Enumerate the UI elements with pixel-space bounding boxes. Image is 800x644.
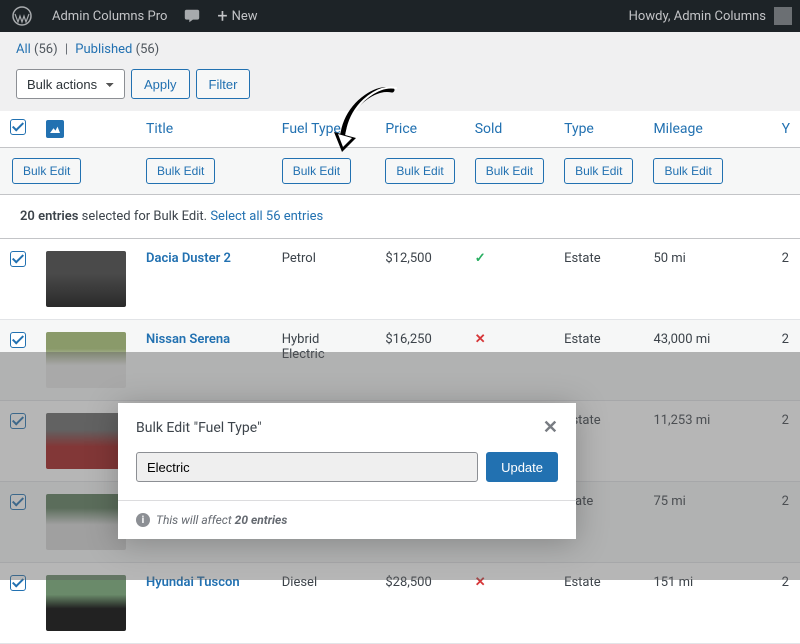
- bulk-edit-type[interactable]: Bulk Edit: [564, 158, 633, 184]
- sold-no-icon: ✕: [475, 332, 486, 347]
- col-header-title[interactable]: Title: [136, 111, 272, 148]
- col-header-mileage[interactable]: Mileage: [643, 111, 771, 148]
- admin-bar: Admin Columns Pro +New Howdy, Admin Colu…: [0, 0, 800, 32]
- cell-year: 2: [772, 239, 800, 320]
- bulk-edit-mileage[interactable]: Bulk Edit: [653, 158, 722, 184]
- post-status-filter: All (56) | Published (56): [0, 32, 800, 65]
- info-icon: i: [136, 513, 150, 527]
- selection-info-row: 20 entries selected for Bulk Edit. Selec…: [0, 195, 800, 239]
- apply-button[interactable]: Apply: [131, 69, 190, 99]
- row-thumbnail[interactable]: [46, 575, 126, 631]
- wp-logo-icon[interactable]: [0, 0, 44, 32]
- comments-icon[interactable]: [175, 0, 209, 32]
- site-name[interactable]: Admin Columns Pro: [44, 0, 175, 32]
- image-column-icon[interactable]: [46, 120, 64, 138]
- bulk-edit-fuel[interactable]: Bulk Edit: [282, 158, 351, 184]
- bulk-edit-modal: Bulk Edit "Fuel Type" ✕ Electric Update …: [118, 403, 576, 539]
- col-header-year[interactable]: Y: [772, 111, 800, 148]
- row-thumbnail[interactable]: [46, 251, 126, 307]
- modal-notice: i This will affect 20 entries: [118, 500, 576, 539]
- col-header-price[interactable]: Price: [375, 111, 464, 148]
- cell-sold: ✓: [465, 239, 554, 320]
- sold-yes-icon: ✓: [475, 251, 486, 266]
- bulk-actions-select[interactable]: Bulk actions: [16, 69, 125, 99]
- update-button[interactable]: Update: [486, 452, 558, 482]
- col-header-type[interactable]: Type: [554, 111, 643, 148]
- my-account[interactable]: Howdy, Admin Columns: [621, 0, 800, 32]
- modal-title: Bulk Edit "Fuel Type": [136, 420, 543, 436]
- row-checkbox[interactable]: [10, 251, 26, 267]
- tablenav-top: Bulk actions Apply Filter: [0, 65, 800, 111]
- table-row: Dacia Duster 2 Petrol$12,500 ✓ Estate50 mi2: [0, 239, 800, 320]
- cell-fuel: Petrol: [272, 239, 376, 320]
- filter-button[interactable]: Filter: [196, 69, 251, 99]
- cell-mileage: 50 mi: [643, 239, 771, 320]
- col-header-fuel[interactable]: Fuel Type: [272, 111, 376, 148]
- new-content-button[interactable]: +New: [209, 0, 265, 32]
- row-title-link[interactable]: Dacia Duster 2: [146, 251, 231, 266]
- filter-all[interactable]: All (56): [16, 42, 58, 57]
- fuel-type-select[interactable]: Electric: [136, 452, 478, 482]
- selected-count: 20 entries: [20, 209, 78, 224]
- bulk-edit-sold[interactable]: Bulk Edit: [475, 158, 544, 184]
- bulk-edit-title[interactable]: Bulk Edit: [146, 158, 215, 184]
- select-all-checkbox[interactable]: [10, 119, 26, 135]
- bulk-edit-thumb[interactable]: Bulk Edit: [12, 158, 81, 184]
- col-header-sold[interactable]: Sold: [465, 111, 554, 148]
- cell-price: $12,500: [375, 239, 464, 320]
- avatar-icon: [774, 7, 792, 25]
- bulk-edit-price[interactable]: Bulk Edit: [385, 158, 454, 184]
- filter-published[interactable]: Published (56): [75, 42, 159, 57]
- select-all-link[interactable]: Select all 56 entries: [210, 209, 323, 224]
- row-title-link[interactable]: Nissan Serena: [146, 332, 230, 347]
- cell-type: Estate: [554, 239, 643, 320]
- close-icon[interactable]: ✕: [543, 417, 558, 438]
- row-checkbox[interactable]: [10, 332, 26, 348]
